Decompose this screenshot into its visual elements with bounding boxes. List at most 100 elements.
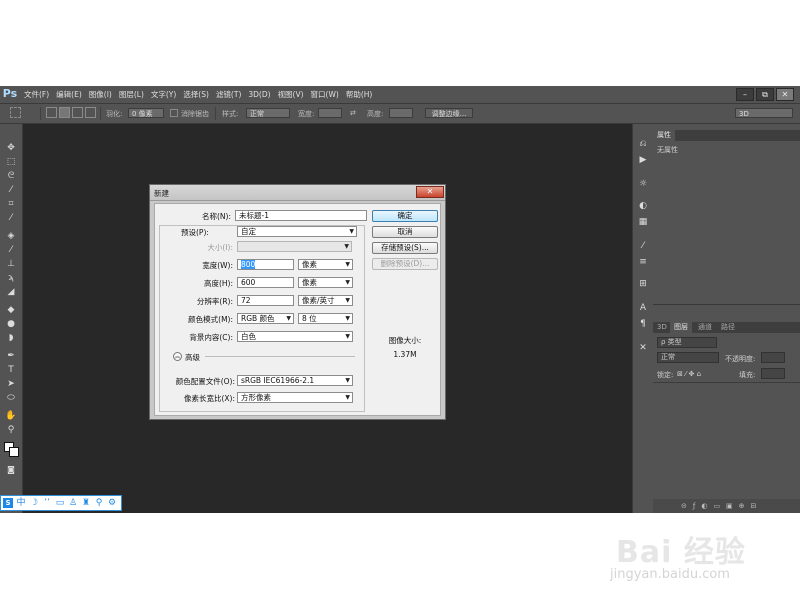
zoom-tool-icon[interactable]: ⚲: [3, 424, 19, 436]
menu-file[interactable]: 文件(F): [24, 89, 49, 100]
tab-paths[interactable]: 路径: [717, 322, 739, 333]
add-selection-icon[interactable]: [59, 107, 70, 118]
bit-depth-select[interactable]: 8 位 ▼: [298, 313, 353, 324]
ime-halfwidth-icon[interactable]: ☽: [28, 497, 40, 509]
character-icon[interactable]: A: [636, 302, 650, 314]
workspace-select[interactable]: 3D: [735, 108, 793, 118]
background-color-swatch[interactable]: [9, 447, 19, 457]
menu-filter[interactable]: 滤镜(T): [216, 89, 241, 100]
ime-skin-icon[interactable]: ♙: [67, 497, 79, 509]
tab-layers[interactable]: 图层: [670, 322, 692, 333]
feather-input[interactable]: 0 像素: [128, 108, 164, 118]
pixel-aspect-select[interactable]: 方形像素 ▼: [237, 392, 353, 403]
brush-presets-icon[interactable]: ⁄: [636, 240, 650, 252]
path-selection-tool-icon[interactable]: ➤: [3, 378, 19, 390]
width-input[interactable]: 800: [237, 259, 294, 270]
cancel-button[interactable]: 取消: [372, 226, 438, 238]
eyedropper-tool-icon[interactable]: ⁄: [3, 212, 19, 224]
color-mode-select[interactable]: RGB 颜色 ▼: [237, 313, 294, 324]
height-input[interactable]: 600: [237, 277, 294, 288]
intersect-selection-icon[interactable]: [85, 107, 96, 118]
width-unit-select[interactable]: 像素 ▼: [298, 259, 353, 270]
advanced-toggle-icon[interactable]: ︽: [173, 352, 182, 361]
ime-user-icon[interactable]: ♜: [80, 497, 92, 509]
minimize-button[interactable]: –: [736, 88, 754, 101]
ime-keyboard-icon[interactable]: ▭: [54, 497, 66, 509]
hand-tool-icon[interactable]: ✋: [3, 410, 19, 422]
menu-image[interactable]: 图像(I): [89, 89, 112, 100]
color-profile-select[interactable]: sRGB IEC61966-2.1 ▼: [237, 375, 353, 386]
fill-input[interactable]: [761, 368, 785, 379]
styles-icon[interactable]: ◐: [636, 200, 650, 212]
lasso-tool-icon[interactable]: ᘓ: [3, 170, 19, 182]
type-tool-icon[interactable]: T: [3, 364, 19, 376]
background-contents-select[interactable]: 白色 ▼: [237, 331, 353, 342]
opacity-input[interactable]: [761, 352, 785, 363]
menu-type[interactable]: 文字(Y): [151, 89, 176, 100]
history-icon[interactable]: ⎌: [636, 138, 650, 150]
tab-properties[interactable]: 属性: [653, 130, 675, 141]
spot-healing-tool-icon[interactable]: ◈: [3, 230, 19, 242]
quick-mask-icon[interactable]: ◙: [3, 464, 19, 476]
ime-language-toggle[interactable]: 中: [15, 497, 27, 509]
brush-tool-icon[interactable]: ⁄: [3, 244, 19, 256]
tab-channels[interactable]: 通道: [694, 322, 716, 333]
lock-icons[interactable]: ⊠ ⁄ ✥ ⌂: [677, 370, 701, 378]
ime-search-icon[interactable]: ⚲: [93, 497, 105, 509]
resolution-input[interactable]: 72: [237, 295, 294, 306]
ime-logo-icon[interactable]: S: [3, 498, 13, 508]
subtract-selection-icon[interactable]: [72, 107, 83, 118]
marquee-tool-preset-icon[interactable]: [10, 107, 21, 118]
menu-layer[interactable]: 图层(L): [119, 89, 144, 100]
menu-view[interactable]: 视图(V): [278, 89, 304, 100]
pen-tool-icon[interactable]: ✒: [3, 350, 19, 362]
new-selection-icon[interactable]: [46, 107, 57, 118]
paint-bucket-tool-icon[interactable]: ◆: [3, 304, 19, 316]
close-window-button[interactable]: ✕: [776, 88, 794, 101]
shape-tool-icon[interactable]: ⬭: [3, 392, 19, 404]
ok-button[interactable]: 确定: [372, 210, 438, 222]
resolution-unit-select[interactable]: 像素/英寸 ▼: [298, 295, 353, 306]
actions-play-icon[interactable]: ▶: [636, 154, 650, 166]
tool-presets-icon[interactable]: ✕: [636, 342, 650, 354]
restore-button[interactable]: ⧉: [756, 88, 774, 101]
layers-list[interactable]: [657, 383, 796, 495]
move-tool-icon[interactable]: ✥: [3, 142, 19, 154]
swatches-icon[interactable]: ▦: [636, 216, 650, 228]
style-select[interactable]: 正常: [246, 108, 290, 118]
history-brush-tool-icon[interactable]: ϡ: [3, 272, 19, 284]
menu-edit[interactable]: 编辑(E): [56, 89, 82, 100]
adjustments-icon[interactable]: ☼: [636, 178, 650, 190]
blend-mode-select[interactable]: 正常: [657, 352, 719, 363]
layer-filter-select[interactable]: ρ 类型: [657, 337, 717, 348]
swap-icon[interactable]: ⇄: [350, 109, 356, 117]
ime-punctuation-icon[interactable]: ’’: [41, 497, 53, 509]
paragraph-icon[interactable]: ¶: [636, 318, 650, 330]
menu-help[interactable]: 帮助(H): [346, 89, 373, 100]
name-input[interactable]: 未标题-1: [235, 210, 367, 221]
height-unit-select[interactable]: 像素 ▼: [298, 277, 353, 288]
blur-tool-icon[interactable]: ●: [3, 318, 19, 330]
refine-edge-button[interactable]: 调整边缘...: [425, 108, 473, 118]
layers-footer-icons[interactable]: ⊝ƒ◐▭▣⊕⊟: [653, 499, 800, 513]
menu-3d[interactable]: 3D(D): [248, 90, 270, 99]
width-input[interactable]: [318, 108, 342, 118]
marquee-tool-icon[interactable]: ⬚: [3, 156, 19, 168]
save-preset-button[interactable]: 存储预设(S)...: [372, 242, 438, 254]
eraser-tool-icon[interactable]: ◢: [3, 286, 19, 298]
ime-settings-icon[interactable]: ⚙: [106, 497, 118, 509]
quick-select-tool-icon[interactable]: ⁄: [3, 184, 19, 196]
clone-stamp-tool-icon[interactable]: ⊥: [3, 258, 19, 270]
antialias-checkbox[interactable]: [170, 109, 178, 117]
dodge-tool-icon[interactable]: ◗: [3, 332, 19, 344]
clone-source-icon[interactable]: ⊞: [636, 278, 650, 290]
crop-tool-icon[interactable]: ⌗: [3, 198, 19, 210]
menu-select[interactable]: 选择(S): [183, 89, 209, 100]
menu-window[interactable]: 窗口(W): [311, 89, 339, 100]
brush-settings-icon[interactable]: ≡: [636, 256, 650, 268]
preset-select[interactable]: 自定 ▼: [237, 226, 357, 237]
height-input[interactable]: [389, 108, 413, 118]
dialog-close-button[interactable]: ✕: [416, 186, 444, 198]
advanced-label[interactable]: 高级: [185, 352, 200, 363]
tab-3d[interactable]: 3D: [653, 322, 671, 333]
